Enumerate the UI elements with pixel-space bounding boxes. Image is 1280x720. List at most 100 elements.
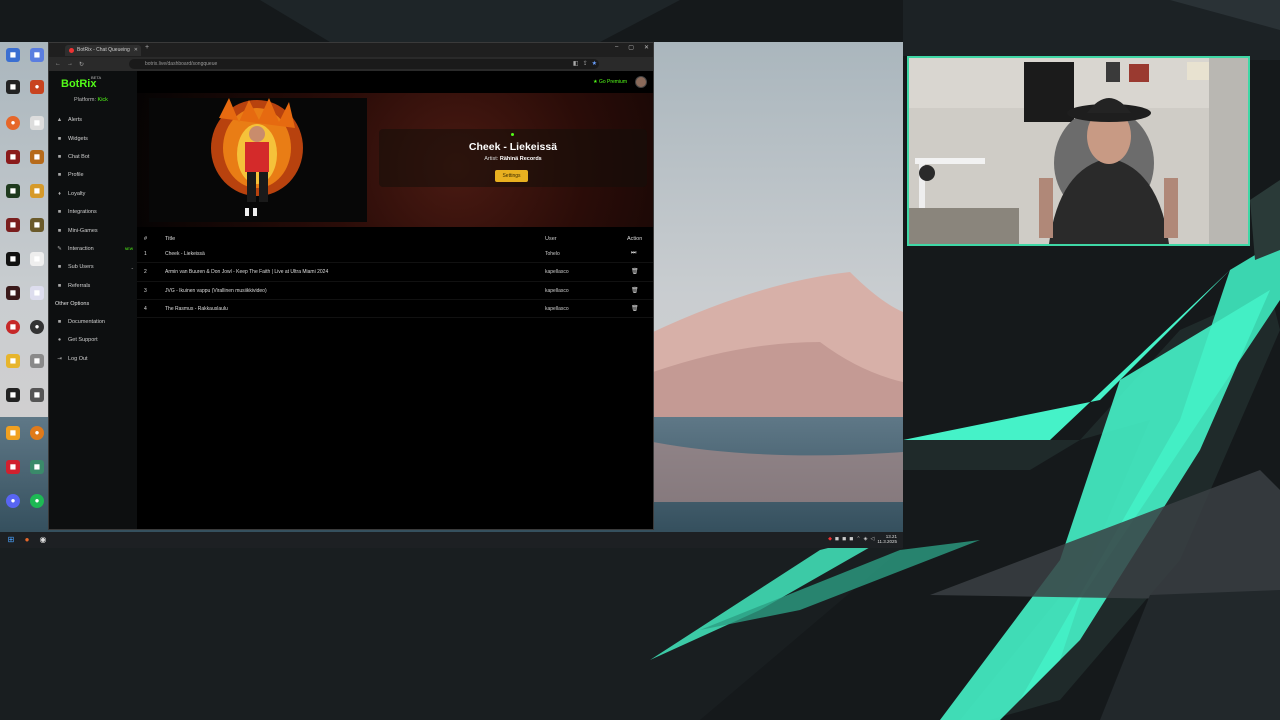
close-window-icon[interactable]: ✕ (644, 44, 649, 51)
sidebar-item-label: Alerts (68, 117, 83, 124)
desktop-icon[interactable]: ◼ (28, 460, 46, 482)
desktop-icon[interactable]: ● (28, 426, 46, 448)
desktop-icon[interactable]: ◼ (4, 286, 22, 308)
desktop-icon[interactable]: ◼ (4, 388, 22, 410)
reload-icon[interactable]: ↻ (79, 61, 84, 68)
sidebar-item-mini-games[interactable]: ■ Mini-Games (49, 221, 137, 239)
tab-strip: BotRix - Chat Queueing ✕ + – ▢ ✕ (49, 43, 653, 57)
sidebar-item-alerts[interactable]: ▲ Alerts (49, 111, 137, 129)
taskbar: ⊞ ● ◉ ◆ ◼ ◼ ◼ ⌃ ◈ ◁ 13.21 11.3.2025 (0, 532, 903, 548)
chevron-up-icon[interactable]: ⌃ (856, 536, 860, 542)
back-icon[interactable]: ← (55, 61, 61, 67)
desktop-icon[interactable]: ◼ (28, 286, 46, 308)
maximize-icon[interactable]: ▢ (628, 44, 634, 51)
desktop-icon[interactable]: ◼ (28, 354, 46, 376)
share-icon[interactable]: ⇪ (583, 60, 588, 67)
clock[interactable]: 13.21 11.3.2025 (877, 534, 897, 544)
desktop-icon[interactable]: ◼ (4, 150, 22, 172)
desktop-icon[interactable]: ◼ (4, 354, 22, 376)
url-input[interactable]: botrix.live/dashboard/songqueue (129, 59, 599, 69)
desktop-icon[interactable]: ◼ (4, 426, 22, 448)
sidebar-item-log-out[interactable]: ⇥ Log Out (49, 350, 137, 368)
artist-name: Rähinä Records (499, 156, 542, 162)
desktop-icon[interactable]: ◼ (4, 218, 22, 240)
row-user: Tohelo (545, 251, 560, 257)
sidebar-item-chat-bot[interactable]: ■ Chat Bot (49, 148, 137, 166)
support-icon: ● (57, 337, 62, 344)
delete-icon[interactable]: 🗑 (631, 287, 639, 294)
bookmark-star-icon[interactable]: ★ (592, 60, 597, 67)
windows-start-icon[interactable]: ⊞ (6, 535, 16, 545)
obs-taskbar-icon[interactable]: ◉ (38, 535, 48, 545)
sidebar-item-widgets[interactable]: ■ Widgets (49, 129, 137, 147)
row-number: 2 (144, 269, 147, 276)
table-row[interactable]: 4 The Rasmus - Rakkauslaulu kapellasco 🗑 (137, 300, 653, 319)
sidebar-item-documentation[interactable]: ■ Documentation (49, 313, 137, 331)
table-row[interactable]: 1 Cheek - Liekeissä Tohelo ⏭ (137, 245, 653, 264)
desktop-icon[interactable]: ● (28, 80, 46, 102)
desktop-icon[interactable]: ◼ (28, 48, 46, 70)
row-user: kapellasco (545, 269, 569, 276)
desktop-icon[interactable]: ◼ (4, 48, 22, 70)
go-premium-link[interactable]: ★ Go Premium (593, 79, 627, 85)
sidebar-item-interaction[interactable]: ✎ Interaction NEW (49, 240, 137, 258)
browser-tab[interactable]: BotRix - Chat Queueing ✕ (65, 45, 141, 56)
integrations-icon: ■ (57, 209, 62, 216)
forward-icon[interactable]: → (67, 61, 73, 67)
sidebar-item-referrals[interactable]: ■ Referrals (49, 277, 137, 295)
sidebar-item-label: Loyalty (68, 190, 86, 197)
chevron-down-icon[interactable]: ⌄ (131, 265, 134, 270)
network-icon[interactable]: ◈ (864, 536, 868, 542)
desktop-icon[interactable]: ◼ (28, 252, 46, 274)
desktop-icon[interactable]: ◼ (4, 252, 22, 274)
desktop-icon[interactable]: ◼ (28, 388, 46, 410)
column-header-title[interactable]: Title (165, 236, 175, 242)
tray-app-icon[interactable]: ◆ (828, 536, 832, 542)
firefox-icon[interactable]: ● (4, 116, 22, 138)
tray-app-icon[interactable]: ◼ (849, 536, 853, 542)
skip-icon[interactable]: ⏭ (631, 250, 636, 257)
extensions-icon[interactable]: ◧ (573, 60, 579, 67)
sidebar-item-profile[interactable]: ■ Profile (49, 166, 137, 184)
widgets-icon: ■ (57, 135, 62, 142)
settings-button[interactable]: Settings (495, 170, 528, 182)
desktop-icon[interactable]: ◼ (4, 460, 22, 482)
desktop-icon[interactable]: ◼ (28, 116, 46, 138)
desktop-icon[interactable]: ● (28, 494, 46, 516)
sidebar-item-integrations[interactable]: ■ Integrations (49, 203, 137, 221)
sidebar-item-get-support[interactable]: ● Get Support (49, 331, 137, 349)
delete-icon[interactable]: 🗑 (631, 305, 639, 312)
new-tab-icon[interactable]: + (145, 44, 149, 51)
botrix-dashboard: BotRix BETA Platform: Kick ▲ Alerts ■ Widg… (49, 71, 653, 529)
close-tab-icon[interactable]: ✕ (134, 45, 138, 56)
row-user: kapellasco (545, 305, 569, 312)
table-row[interactable]: 3 JVG - Ikuinen vappu (Virallinen musiik… (137, 282, 653, 300)
desktop-icon[interactable]: ◼ (4, 80, 22, 102)
firefox-taskbar-icon[interactable]: ● (22, 535, 32, 545)
webcam-image (909, 58, 1248, 244)
video-thumbnail[interactable] (149, 98, 367, 222)
desktop-icon[interactable]: ◼ (4, 320, 22, 342)
tray-app-icon[interactable]: ◼ (842, 536, 846, 542)
sidebar-item-loyalty[interactable]: ♦ Loyalty (49, 185, 137, 203)
desktop-icon[interactable]: ◼ (28, 184, 46, 206)
desktop-icon[interactable]: ◼ (4, 184, 22, 206)
sidebar-menu: ▲ Alerts ■ Widgets ■ Chat Bot ■ Profile ♦ Loy… (49, 111, 137, 368)
desktop-icon[interactable]: ◼ (28, 218, 46, 240)
tray-app-icon[interactable]: ◼ (835, 536, 839, 542)
table-row[interactable]: 2 Armin van Buuren & Don Jowl - Keep The… (137, 263, 653, 282)
volume-icon[interactable]: ◁ (870, 536, 874, 542)
desktop-icon[interactable]: ● (28, 320, 46, 342)
sidebar-item-sub-users[interactable]: ■ Sub Users ⌄ (49, 258, 137, 276)
system-tray: ◆ ◼ ◼ ◼ ⌃ ◈ ◁ 13.21 11.3.2025 (828, 534, 897, 544)
discord-icon[interactable]: ● (4, 494, 22, 516)
sidebar-item-label: Profile (68, 172, 84, 179)
avatar[interactable] (635, 76, 647, 88)
address-bar-actions: ◧ ⇪ ★ (573, 60, 597, 67)
column-header-user[interactable]: User (545, 236, 557, 242)
minimize-icon[interactable]: – (615, 44, 618, 51)
delete-icon[interactable]: 🗑 (631, 268, 639, 275)
desktop-icon[interactable]: ◼ (28, 150, 46, 172)
bell-icon: ▲ (56, 117, 63, 124)
artist-label: Artist: (484, 156, 499, 162)
